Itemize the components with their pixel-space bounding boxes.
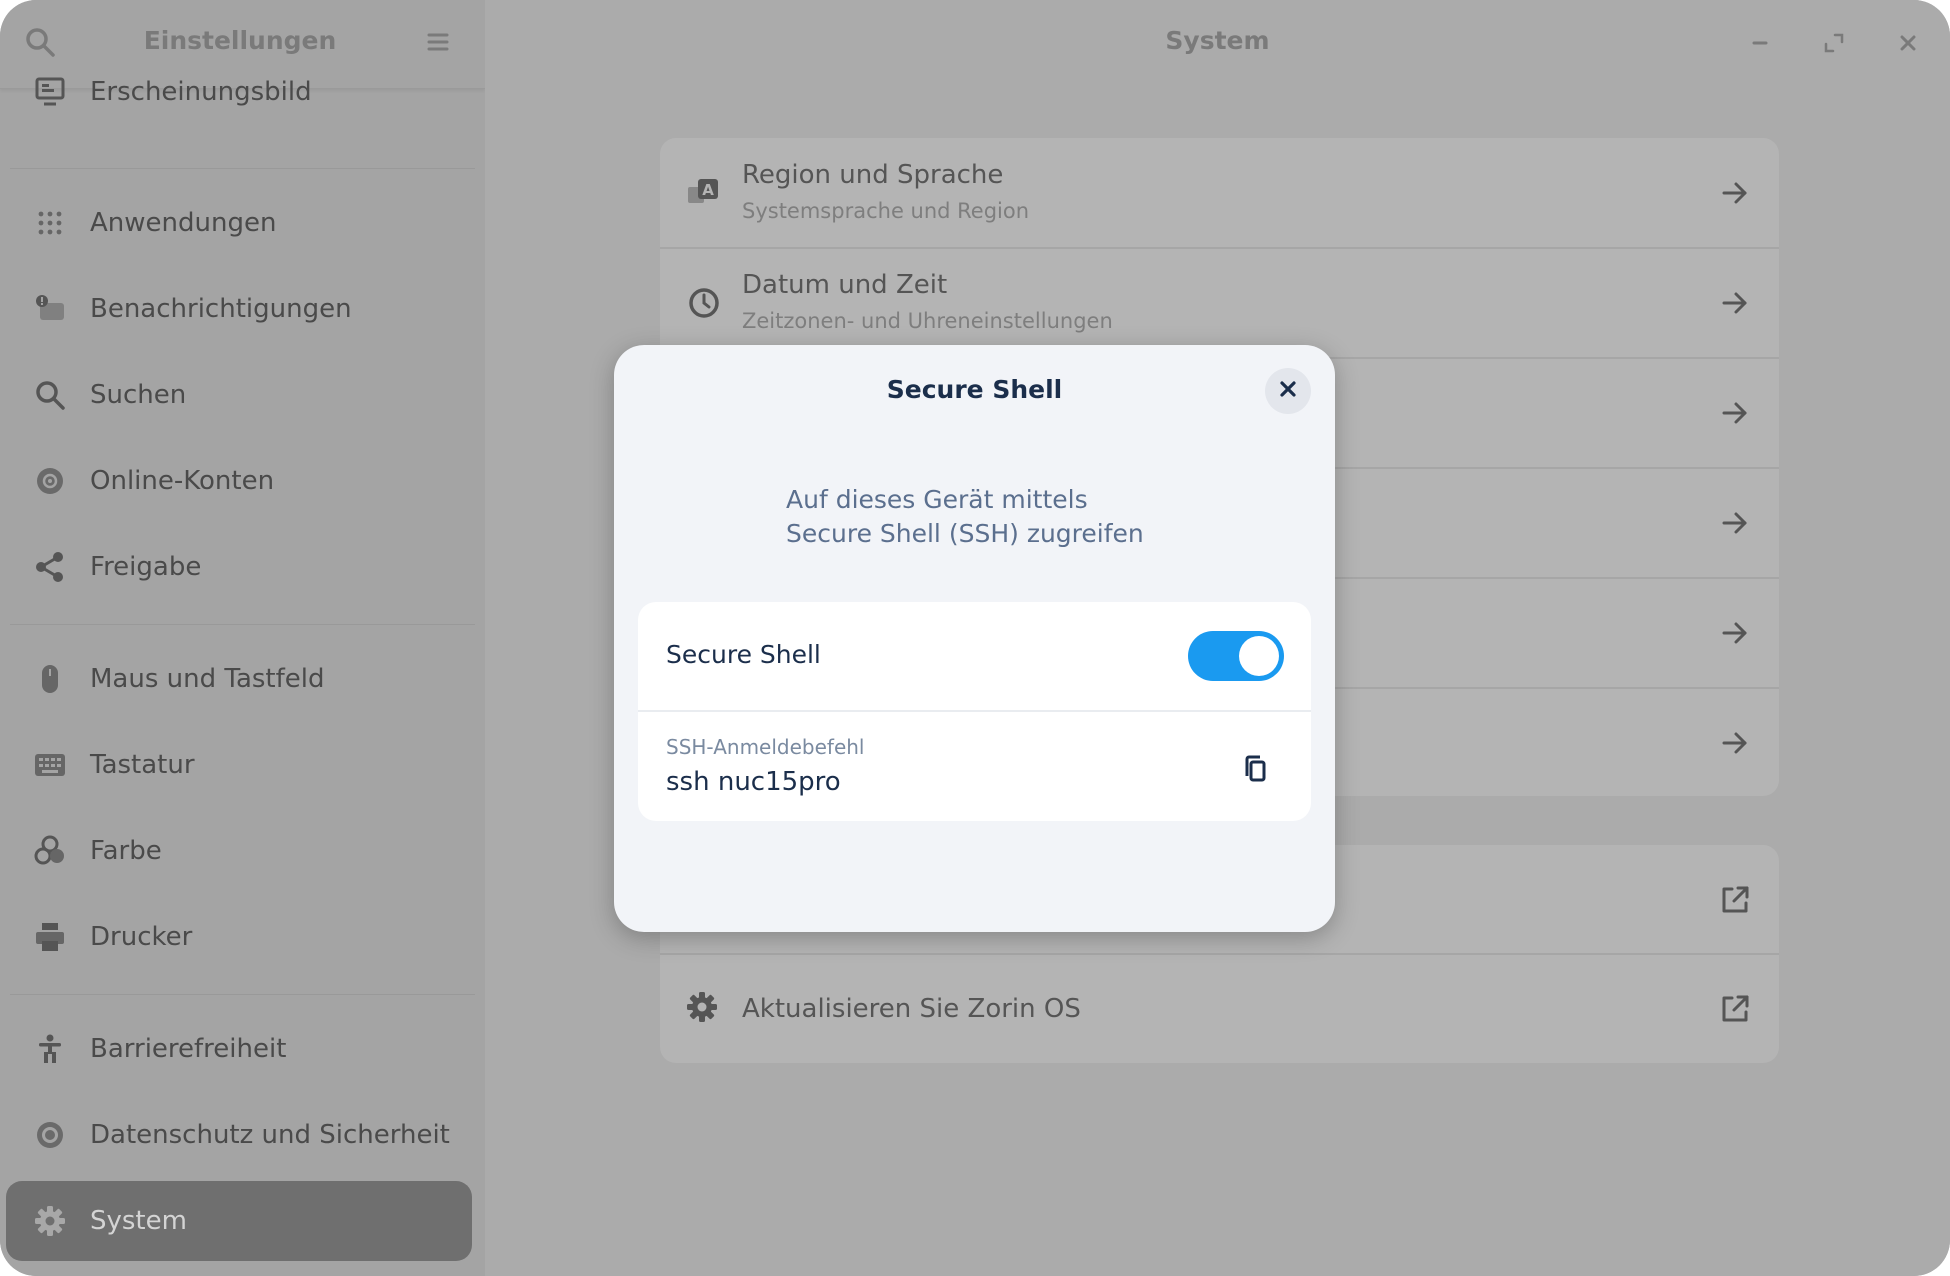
secure-shell-toggle-row: Secure Shell bbox=[638, 602, 1311, 712]
ssh-command-label: SSH-Anmeldebefehl bbox=[666, 735, 865, 759]
sidebar-item-barrierefreiheit[interactable]: Barrierefreiheit bbox=[6, 1009, 472, 1089]
region-language-icon: A bbox=[686, 175, 722, 211]
toggle-label: Secure Shell bbox=[666, 640, 821, 669]
sidebar-item-suchen[interactable]: Suchen bbox=[6, 355, 472, 435]
sidebar-item-freigabe[interactable]: Freigabe bbox=[6, 527, 472, 607]
clock-icon bbox=[686, 285, 722, 321]
apps-grid-icon bbox=[32, 205, 68, 241]
secure-shell-dialog: Secure Shell Auf dieses Gerät mittels Se… bbox=[614, 345, 1335, 932]
dialog-settings-card: Secure Shell SSH-Anmeldebefehl ssh nuc15… bbox=[638, 602, 1311, 821]
sidebar-divider bbox=[10, 994, 475, 995]
dialog-description: Auf dieses Gerät mittels Secure Shell (S… bbox=[786, 485, 1144, 548]
row-datum-und-zeit[interactable]: Datum und Zeit Zeitzonen- und Uhreneinst… bbox=[660, 248, 1779, 358]
share-icon bbox=[32, 549, 68, 585]
secure-shell-toggle[interactable] bbox=[1188, 631, 1284, 681]
sidebar-item-system[interactable]: System bbox=[6, 1181, 472, 1261]
minimize-icon[interactable] bbox=[1743, 26, 1777, 60]
accessibility-icon bbox=[32, 1031, 68, 1067]
color-icon bbox=[32, 833, 68, 869]
arrow-right-icon bbox=[1717, 175, 1753, 211]
sidebar-item-erscheinungsbild[interactable]: Erscheinungsbild bbox=[6, 72, 472, 112]
toggle-knob bbox=[1239, 636, 1279, 676]
external-link-icon bbox=[1717, 882, 1753, 918]
sidebar-item-anwendungen[interactable]: Anwendungen bbox=[6, 183, 472, 263]
arrow-right-icon bbox=[1717, 725, 1753, 761]
search-icon[interactable] bbox=[22, 24, 58, 60]
sidebar-item-benachrichtigungen[interactable]: Benachrichtigungen bbox=[6, 269, 472, 349]
update-gear-icon bbox=[686, 991, 722, 1027]
keyboard-icon bbox=[32, 747, 68, 783]
sidebar-item-farbe[interactable]: Farbe bbox=[6, 811, 472, 891]
ssh-command-value: ssh nuc15pro bbox=[666, 767, 841, 797]
sidebar-divider bbox=[10, 168, 475, 169]
gear-icon bbox=[32, 1203, 68, 1239]
sidebar-item-datenschutz[interactable]: Datenschutz und Sicherheit bbox=[6, 1095, 472, 1175]
arrow-right-icon bbox=[1717, 615, 1753, 651]
external-link-icon bbox=[1717, 991, 1753, 1027]
mouse-icon bbox=[32, 661, 68, 697]
printer-icon bbox=[32, 919, 68, 955]
online-accounts-icon bbox=[32, 463, 68, 499]
sidebar-divider bbox=[10, 624, 475, 625]
dialog-title: Secure Shell bbox=[886, 375, 1063, 404]
notification-icon bbox=[32, 291, 68, 327]
arrow-right-icon bbox=[1717, 395, 1753, 431]
dialog-close-button[interactable] bbox=[1265, 368, 1311, 414]
close-icon[interactable] bbox=[1891, 26, 1925, 60]
sidebar: Einstellungen Erscheinungsbild Anwendung… bbox=[0, 0, 485, 1276]
sidebar-item-tastatur[interactable]: Tastatur bbox=[6, 725, 472, 805]
arrow-right-icon bbox=[1717, 285, 1753, 321]
page-title: System bbox=[1165, 26, 1270, 55]
copy-icon[interactable] bbox=[1238, 752, 1274, 788]
svg-text:A: A bbox=[702, 181, 714, 199]
ssh-command-row: SSH-Anmeldebefehl ssh nuc15pro bbox=[638, 712, 1311, 821]
row-aktualisieren-zorin-os[interactable]: Aktualisieren Sie Zorin OS bbox=[660, 954, 1779, 1063]
row-region-und-sprache[interactable]: A Region und Sprache Systemsprache und R… bbox=[660, 138, 1779, 248]
arrow-right-icon bbox=[1717, 505, 1753, 541]
sidebar-item-maus-und-tastfeld[interactable]: Maus und Tastfeld bbox=[6, 639, 472, 719]
sidebar-item-online-konten[interactable]: Online-Konten bbox=[6, 441, 472, 521]
maximize-icon[interactable] bbox=[1817, 26, 1851, 60]
hamburger-menu-icon[interactable] bbox=[420, 24, 456, 60]
sidebar-title: Einstellungen bbox=[143, 26, 337, 55]
settings-window: Einstellungen Erscheinungsbild Anwendung… bbox=[0, 0, 1950, 1276]
privacy-icon bbox=[32, 1117, 68, 1153]
close-icon bbox=[1278, 379, 1298, 403]
sidebar-item-drucker[interactable]: Drucker bbox=[6, 897, 472, 977]
search-icon bbox=[32, 377, 68, 413]
monitor-icon bbox=[32, 74, 68, 110]
